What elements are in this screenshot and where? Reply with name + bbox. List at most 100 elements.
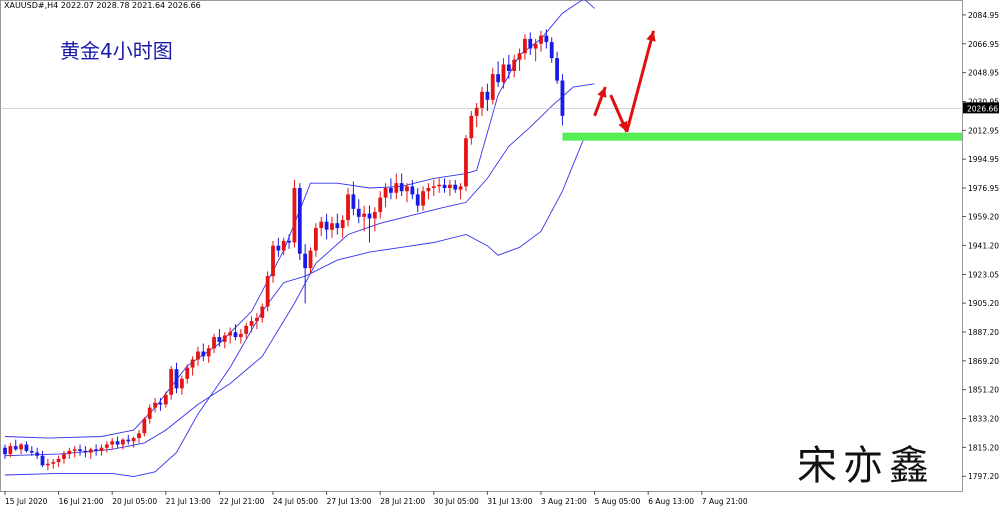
candle-body bbox=[480, 91, 484, 108]
candle-body bbox=[394, 183, 399, 193]
candle-body bbox=[163, 394, 168, 405]
candle-body bbox=[415, 194, 420, 206]
y-tick-label: 1797.20 bbox=[968, 472, 999, 481]
candle-body bbox=[78, 449, 82, 451]
candle-body bbox=[356, 208, 361, 217]
candle-body bbox=[421, 191, 425, 206]
candle-body bbox=[544, 35, 549, 43]
candle-body bbox=[496, 74, 501, 83]
candle-body bbox=[3, 447, 7, 455]
candle-body bbox=[233, 332, 238, 338]
candle-body bbox=[196, 351, 200, 360]
candle-body bbox=[94, 449, 99, 451]
candle-body bbox=[249, 321, 254, 326]
candle-body bbox=[276, 245, 281, 251]
candle-body bbox=[340, 220, 345, 229]
x-tick-label: 21 Jul 13:00 bbox=[166, 497, 211, 506]
candle-body bbox=[137, 433, 141, 439]
current-price-label: 2026.66 bbox=[967, 104, 998, 113]
candle-body bbox=[501, 64, 506, 83]
candle-body bbox=[539, 35, 543, 44]
x-tick-label: 20 Jul 05:00 bbox=[112, 497, 157, 506]
candle-body bbox=[51, 462, 56, 464]
candle-body bbox=[40, 455, 45, 466]
candle-body bbox=[399, 183, 404, 192]
candle-body bbox=[121, 439, 125, 445]
candle-body bbox=[131, 438, 136, 442]
candle-body bbox=[330, 223, 334, 230]
y-tick-label: 1833.20 bbox=[968, 415, 999, 424]
candle-body bbox=[115, 441, 120, 445]
candle-body bbox=[260, 306, 265, 318]
x-tick-label: 6 Aug 13:00 bbox=[648, 497, 694, 506]
candle-body bbox=[319, 221, 324, 229]
candle-body bbox=[426, 187, 431, 192]
candle-body bbox=[410, 186, 415, 195]
candle-body bbox=[201, 351, 206, 357]
candle-body bbox=[528, 38, 533, 49]
candle-body bbox=[99, 447, 104, 451]
candle-body bbox=[190, 359, 195, 368]
y-tick-label: 1994.95 bbox=[968, 155, 999, 164]
candle-body bbox=[83, 450, 88, 453]
candle-body bbox=[29, 450, 34, 453]
candle-body bbox=[517, 53, 522, 60]
x-tick-label: 24 Jul 05:00 bbox=[273, 497, 318, 506]
candle-body bbox=[126, 439, 131, 442]
y-tick-label: 1887.20 bbox=[968, 328, 999, 337]
candle-body bbox=[313, 228, 318, 251]
candle-body bbox=[56, 458, 61, 463]
candle-body bbox=[437, 184, 442, 187]
candle-body bbox=[45, 463, 50, 466]
candle-body bbox=[372, 212, 377, 219]
candle-body bbox=[147, 407, 152, 419]
y-tick-label: 2084.95 bbox=[968, 11, 999, 20]
candle-body bbox=[265, 276, 270, 307]
candle-body bbox=[110, 441, 115, 445]
y-tick-label: 2066.95 bbox=[968, 40, 999, 49]
x-axis: 15 Jul 2020 16 Jul 21:00 20 Jul 05:00 21 Ju… bbox=[4, 491, 748, 506]
candle-body bbox=[549, 42, 554, 59]
candle-body bbox=[405, 186, 409, 192]
x-tick-label: 28 Jul 21:00 bbox=[380, 497, 425, 506]
candle-body bbox=[255, 317, 259, 322]
y-tick-label: 1851.20 bbox=[968, 386, 999, 395]
candle-body bbox=[523, 38, 527, 54]
candle-body bbox=[238, 333, 243, 338]
candle-body bbox=[72, 449, 77, 451]
candle-body bbox=[506, 64, 511, 71]
candle-body bbox=[212, 337, 216, 349]
candle-body bbox=[351, 194, 356, 209]
candle-body bbox=[383, 187, 388, 198]
support-zone bbox=[562, 132, 962, 141]
y-tick-label: 1869.20 bbox=[968, 357, 999, 366]
candle-body bbox=[453, 184, 458, 190]
candle-body bbox=[490, 74, 495, 100]
y-axis: 2084.952066.952048.952030.952012.951994.… bbox=[962, 11, 999, 481]
candle-body bbox=[378, 197, 383, 213]
candle-body bbox=[24, 444, 29, 451]
support-zone-bar bbox=[562, 132, 962, 141]
candle-body bbox=[67, 450, 72, 455]
symbol-info: XAUUSD#,H4 2022.07 2028.78 2021.64 2026.… bbox=[4, 1, 201, 10]
x-tick-label: 27 Jul 13:00 bbox=[327, 497, 372, 506]
candle-body bbox=[324, 221, 329, 230]
y-tick-label: 1905.20 bbox=[968, 299, 999, 308]
candle-body bbox=[431, 186, 436, 188]
candle-body bbox=[335, 223, 340, 229]
candle-body bbox=[458, 186, 463, 190]
candle-body bbox=[555, 58, 559, 81]
x-tick-label: 3 Aug 21:00 bbox=[541, 497, 587, 506]
y-tick-label: 1959.20 bbox=[968, 213, 999, 222]
candle-body bbox=[271, 245, 275, 277]
candle-body bbox=[281, 240, 286, 251]
candle-body bbox=[35, 452, 40, 456]
candle-body bbox=[174, 369, 179, 389]
candle-body bbox=[179, 378, 184, 389]
candle-body bbox=[512, 59, 517, 71]
candle-body bbox=[104, 444, 109, 448]
candle-body bbox=[185, 367, 190, 379]
candle-body bbox=[8, 446, 13, 455]
candle-body bbox=[13, 446, 18, 450]
candle-body bbox=[222, 335, 227, 342]
